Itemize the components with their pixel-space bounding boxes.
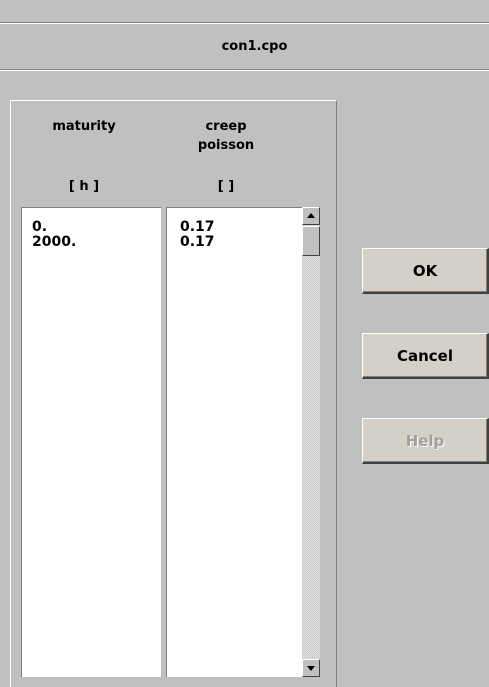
column-header-creep-poisson: creep poisson: [171, 117, 281, 155]
window-title: con1.cpo: [221, 39, 288, 54]
ok-button-label: OK: [412, 261, 438, 280]
help-button-label: Help: [405, 431, 445, 450]
cell-maturity-row-2[interactable]: 2000.: [32, 235, 161, 250]
scroll-down-button[interactable]: [302, 659, 320, 677]
title-bar: con1.cpo: [0, 23, 489, 70]
column-header-maturity-text: maturity: [52, 119, 116, 134]
help-button[interactable]: Help: [362, 418, 489, 464]
top-strip: [0, 0, 489, 23]
scroll-up-button[interactable]: [302, 207, 320, 225]
cell-creep-poisson-row-1[interactable]: 0.17: [180, 220, 302, 235]
scroll-thumb[interactable]: [302, 226, 320, 256]
ok-button[interactable]: OK: [362, 248, 489, 294]
cancel-button-label: Cancel: [396, 346, 453, 365]
unit-maturity: [ h ]: [68, 179, 100, 194]
column-header-creep-text: creep: [205, 119, 247, 134]
maturity-list[interactable]: 0. 2000.: [21, 207, 161, 677]
column-header-poisson-text: poisson: [197, 138, 255, 153]
separator-strip: [0, 70, 489, 101]
arrow-up-icon: [307, 213, 315, 218]
arrow-down-icon: [307, 666, 315, 671]
vertical-scrollbar[interactable]: [302, 207, 320, 677]
unit-creep-poisson: [ ]: [217, 179, 235, 194]
creep-poisson-list[interactable]: 0.17 0.17: [166, 207, 302, 677]
table-panel: maturity creep poisson [ h ] [ ] 0. 2000…: [10, 100, 337, 687]
cell-creep-poisson-row-2[interactable]: 0.17: [180, 235, 302, 250]
column-header-maturity: maturity: [29, 117, 139, 136]
cell-maturity-row-1[interactable]: 0.: [32, 220, 161, 235]
cancel-button[interactable]: Cancel: [362, 333, 489, 379]
